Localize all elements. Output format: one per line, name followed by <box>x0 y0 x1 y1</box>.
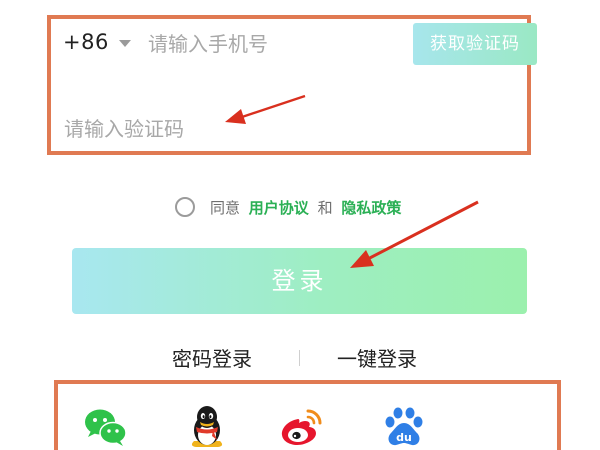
get-code-button[interactable]: 获取验证码 <box>413 23 537 65</box>
agree-text: 同意 <box>210 199 241 217</box>
onekey-login-link[interactable]: 一键登录 <box>337 343 417 372</box>
alt-login-divider <box>299 350 300 366</box>
weibo-icon[interactable] <box>278 402 326 450</box>
phone-input[interactable] <box>148 28 398 60</box>
wechat-icon[interactable] <box>82 402 130 450</box>
caret-down-icon[interactable] <box>119 40 131 47</box>
svg-text:du: du <box>396 431 412 444</box>
qq-icon[interactable] <box>183 402 231 450</box>
and-text: 和 <box>317 199 333 217</box>
agree-radio[interactable] <box>175 197 195 217</box>
login-button[interactable]: 登录 <box>72 248 527 314</box>
verification-code-input[interactable] <box>64 113 314 145</box>
user-agreement-link[interactable]: 用户协议 <box>249 199 309 217</box>
login-screen: +86 获取验证码 同意 用户协议 和 隐私政策 登录 密码登录 一键登录 <box>0 0 600 450</box>
privacy-policy-link[interactable]: 隐私政策 <box>341 199 401 217</box>
password-login-link[interactable]: 密码登录 <box>172 343 252 372</box>
baidu-icon[interactable]: du <box>380 402 428 450</box>
country-code-selector[interactable]: +86 <box>63 30 109 54</box>
agreement-row: 同意 用户协议 和 隐私政策 <box>210 197 405 218</box>
